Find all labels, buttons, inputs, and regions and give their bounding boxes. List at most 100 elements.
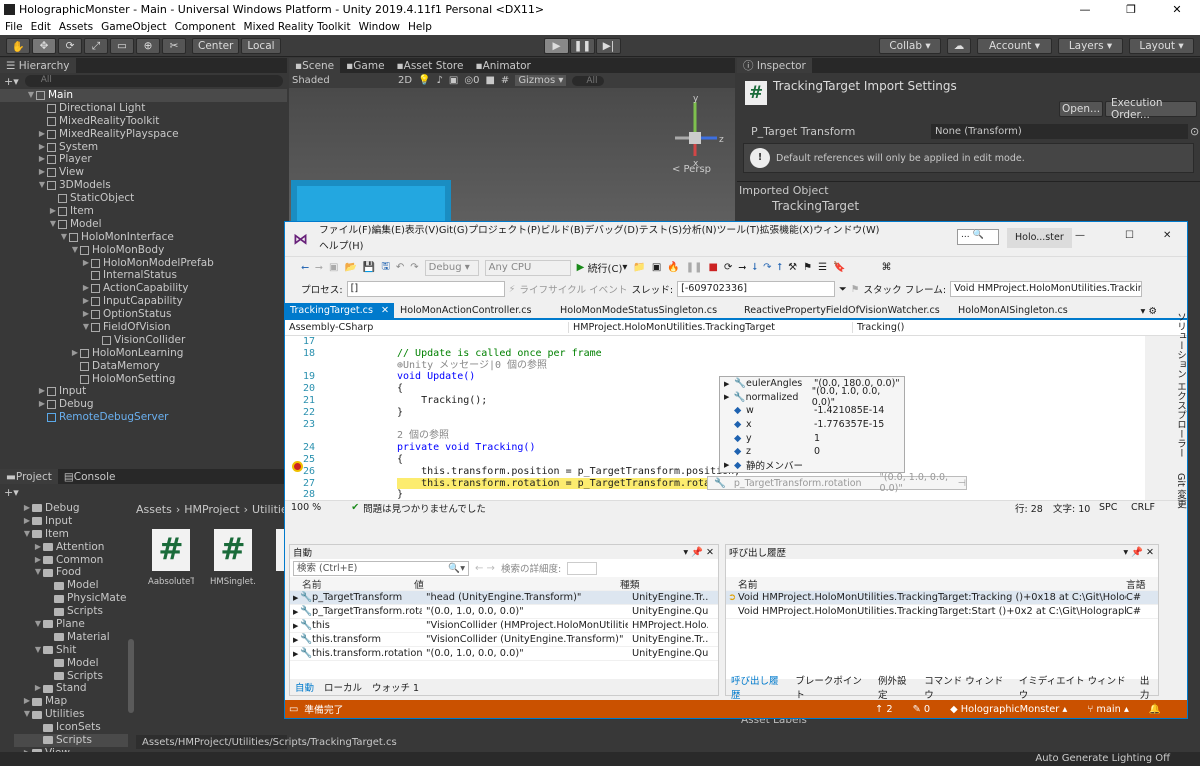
2d-toggle[interactable]: 2D <box>398 75 412 86</box>
call-stack-tab[interactable]: イミディエイト ウィンドウ <box>1019 673 1130 701</box>
pivot-local-button[interactable]: Local <box>241 38 281 54</box>
menu-item-help[interactable]: Help <box>408 21 432 33</box>
autos-tab[interactable]: ウォッチ 1 <box>372 680 419 694</box>
camera-icon[interactable]: ■ <box>485 75 494 86</box>
tab-asset-store[interactable]: ▪ Asset Store <box>391 58 470 73</box>
project-folder-item[interactable]: ▶ Debug <box>14 502 128 515</box>
project-folder-item[interactable]: IconSets <box>14 721 128 734</box>
column-header[interactable]: 言語 <box>1126 577 1156 591</box>
expand-toggle-icon[interactable]: ▼ <box>33 618 43 631</box>
project-folder-item[interactable]: ▼ Food <box>14 566 128 579</box>
maximize-icon[interactable]: ❐ <box>1108 0 1154 19</box>
expand-icon[interactable]: ▶ <box>724 380 734 388</box>
expand-icon[interactable]: ▶ <box>290 650 300 658</box>
move-tool-icon[interactable]: ✥ <box>32 38 56 54</box>
project-folder-item[interactable]: Model <box>14 657 128 670</box>
whitespace-mode[interactable]: SPC <box>1099 502 1117 513</box>
project-tree-scrollbar[interactable] <box>128 639 134 713</box>
expand-icon[interactable]: ▶ <box>290 636 300 644</box>
document-tab[interactable]: HoloMonModeStatusSingleton.cs <box>555 303 722 319</box>
vs-menu-item[interactable]: ファイル(F) <box>319 225 371 236</box>
vs-menu-item[interactable]: ビルド(B) <box>541 225 585 236</box>
code-editor[interactable]: 17 18 // Update is called once per frame ⊕U… <box>285 336 1145 500</box>
bookmark-icon[interactable]: ⚑ <box>803 262 812 273</box>
autos-row[interactable]: ▶ 🔧 this "VisionCollider (HMProject.HoloMon… <box>290 619 718 633</box>
project-folder-item[interactable]: ▶ Stand <box>14 682 128 695</box>
project-folder-item[interactable]: ▶ Attention <box>14 541 128 554</box>
hierarchy-item[interactable]: ▶ Debug <box>26 398 287 411</box>
project-folder-item[interactable]: ▼ Item <box>14 528 128 541</box>
hot-reload-icon[interactable]: 🔥 <box>667 262 679 273</box>
breadcrumb-item[interactable]: HMProject <box>184 503 239 516</box>
scene-gizmo[interactable]: y z x <box>665 94 725 174</box>
live-share-icon[interactable]: ⌘ <box>882 262 892 273</box>
expand-toggle-icon[interactable]: ▶ <box>37 128 47 141</box>
custom-tool-icon[interactable]: ✂ <box>162 38 186 54</box>
hierarchy-item[interactable]: ▼ Model <box>26 218 287 231</box>
project-folder-item[interactable]: ▼ Plane <box>14 618 128 631</box>
target-transform-field[interactable]: None (Transform) <box>931 123 1188 139</box>
hierarchy-item[interactable]: ▶ HoloMonLearning <box>26 347 287 360</box>
vs-menu-item[interactable]: デバッグ(D) <box>584 225 638 236</box>
expand-toggle-icon[interactable]: ▼ <box>70 244 80 257</box>
expand-toggle-icon[interactable]: ▶ <box>37 141 47 154</box>
autos-row[interactable]: ▶ 🔧 this.transform "VisionCollider (UnityEn… <box>290 633 718 647</box>
solution-explorer-tab[interactable]: ソリューション エクスプローラー <box>1175 312 1186 458</box>
autos-tab[interactable]: 自動 <box>295 680 314 694</box>
expand-icon[interactable]: ▶ <box>290 622 300 630</box>
hand-tool-icon[interactable]: ✋ <box>6 38 30 54</box>
hierarchy-item[interactable]: ▼ HoloMonBody <box>26 244 287 257</box>
vs-menu-item[interactable]: プロジェクト(P) <box>468 225 540 236</box>
light-icon[interactable]: 💡 <box>418 75 430 86</box>
vs-menu-item[interactable]: 表示(V) <box>405 225 439 236</box>
minimize-icon[interactable]: — <box>1062 0 1108 19</box>
call-stack-row[interactable]: ➲ Void HMProject.HoloMonUtilities.Trackin… <box>726 591 1158 605</box>
breadcrumb-item[interactable]: Assets <box>136 503 172 516</box>
document-tab[interactable]: ReactivePropertyFieldOfVisionWatcher.cs <box>739 303 945 319</box>
data-tip-row[interactable]: ◆ w -1.421085E-14 <box>720 404 904 418</box>
rect-tool-icon[interactable]: ▭ <box>110 38 134 54</box>
pin-icon[interactable]: ⊣ <box>958 478 966 489</box>
project-folder-item[interactable]: Model <box>14 579 128 592</box>
stop-debug-icon[interactable]: ■ <box>709 262 718 273</box>
expand-toggle-icon[interactable]: ▼ <box>37 179 47 192</box>
thread-dropdown[interactable]: [-609702336] <box>677 281 836 297</box>
audio-icon[interactable]: ♪ <box>437 75 443 86</box>
hierarchy-item[interactable]: ▶ View <box>26 166 287 179</box>
autos-row[interactable]: ▶ 🔧 p_TargetTransform "head (UnityEngine.Tr… <box>290 591 718 605</box>
menu-item-file[interactable]: File <box>5 21 23 33</box>
project-folder-item[interactable]: Scripts <box>14 734 128 747</box>
call-stack-tab[interactable]: 例外設定 <box>878 673 914 701</box>
tab-project[interactable]: ▬ Project <box>0 469 58 484</box>
vs-menu-item[interactable]: ヘルプ(H) <box>319 241 363 252</box>
nav-forward-icon[interactable]: ⭢ <box>315 262 323 273</box>
hierarchy-item[interactable]: RemoteDebugServer <box>26 411 287 424</box>
expand-toggle-icon[interactable]: ▶ <box>37 385 47 398</box>
project-folder-item[interactable]: ▼ Utilities <box>14 708 128 721</box>
filter-icon[interactable]: ⏷ <box>839 284 847 295</box>
close-icon[interactable]: ✕ <box>1154 0 1200 19</box>
vs-minimize-icon[interactable]: — <box>1075 230 1085 241</box>
call-stack-tab[interactable]: 呼び出し履歴 <box>731 673 785 701</box>
hierarchy-item[interactable]: DataMemory <box>26 360 287 373</box>
hierarchy-item[interactable]: HoloMonSetting <box>26 373 287 386</box>
column-header[interactable]: 名前 <box>726 577 1126 591</box>
data-tip-row[interactable]: ▶ 🔧 normalized "(0.0, 1.0, 0.0, 0.0)" <box>720 386 904 408</box>
data-tip-root[interactable]: 🔧 p_TargetTransform.rotation "(0.0, 1.0,… <box>707 472 967 494</box>
stack-frame-dropdown[interactable]: Void HMProject.HoloMonUtilities.Tracking <box>950 281 1143 297</box>
project-folder-item[interactable]: ▶ Input <box>14 515 128 528</box>
issues-status[interactable]: 問題は見つかりませんでした <box>363 501 486 515</box>
expand-toggle-icon[interactable]: ▶ <box>33 682 43 695</box>
expand-toggle-icon[interactable]: ▶ <box>22 695 32 708</box>
expand-icon[interactable]: ▶ <box>724 393 734 401</box>
hierarchy-item[interactable]: ▶ Item <box>26 205 287 218</box>
push-count[interactable]: ↑ 2 <box>875 704 893 715</box>
gizmos-dropdown[interactable]: Gizmos ▾ <box>515 75 567 86</box>
layout-dropdown[interactable]: Layout ▾ <box>1129 38 1194 54</box>
expand-toggle-icon[interactable]: ▼ <box>22 708 32 721</box>
menu-item-gameobject[interactable]: GameObject <box>101 21 166 33</box>
tab-game[interactable]: ▪ Game <box>340 58 390 73</box>
vs-close-icon[interactable]: ✕ <box>1163 230 1171 241</box>
project-folder-item[interactable]: Scripts <box>14 605 128 618</box>
vs-menu-item[interactable]: ウィンドウ(W) <box>813 225 879 236</box>
